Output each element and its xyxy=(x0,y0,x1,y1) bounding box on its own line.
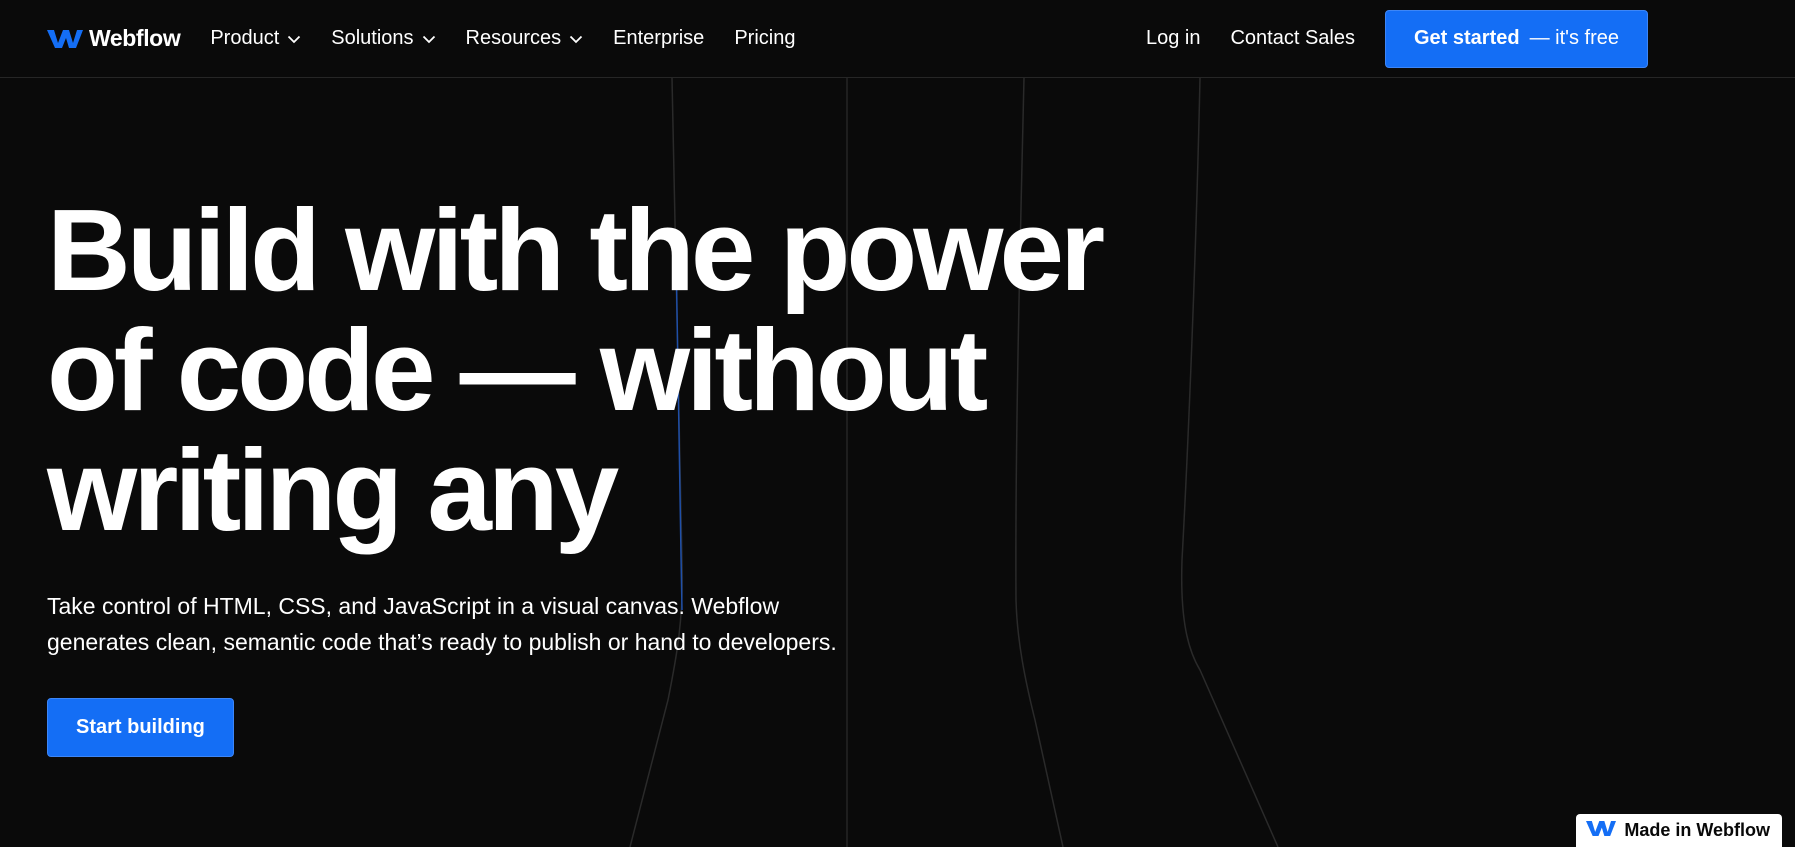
get-started-button[interactable]: Get started — it's free xyxy=(1385,9,1648,68)
hero-section: Build with the power of code — without w… xyxy=(47,190,1147,757)
contact-sales-link[interactable]: Contact Sales xyxy=(1230,27,1355,50)
nav-item-product[interactable]: Product xyxy=(210,27,301,50)
nav-label-resources: Resources xyxy=(465,27,562,49)
hero-title: Build with the power of code — without w… xyxy=(47,190,1147,550)
nav-label-solutions: Solutions xyxy=(331,27,414,49)
webflow-logo[interactable]: Webflow xyxy=(47,25,181,52)
bg-line-4 xyxy=(1180,77,1279,847)
made-in-webflow-badge[interactable]: Made in Webflow xyxy=(1576,814,1782,847)
webflow-logo-icon xyxy=(47,28,83,50)
top-navigation: Webflow Product Solutions Resources Ente… xyxy=(0,0,1795,78)
nav-item-pricing[interactable]: Pricing xyxy=(734,27,795,50)
nav-label-product: Product xyxy=(210,27,280,49)
nav-label-enterprise: Enterprise xyxy=(613,27,705,49)
nav-item-solutions[interactable]: Solutions xyxy=(331,27,435,50)
get-started-suffix: — it's free xyxy=(1529,27,1619,49)
login-link[interactable]: Log in xyxy=(1146,27,1201,50)
chevron-down-icon xyxy=(422,35,436,44)
account-menu: Log in Contact Sales Get started — it's … xyxy=(1146,9,1648,68)
primary-menu: Product Solutions Resources Enterprise P… xyxy=(210,27,795,50)
badge-label: Made in Webflow xyxy=(1624,820,1770,840)
page: Webflow Product Solutions Resources Ente… xyxy=(0,0,1795,847)
hero-subtitle: Take control of HTML, CSS, and JavaScrip… xyxy=(47,588,927,660)
logo-wordmark: Webflow xyxy=(89,25,181,51)
nav-item-resources[interactable]: Resources xyxy=(466,27,584,50)
chevron-down-icon xyxy=(287,35,301,44)
hero-title-line-3: writing any xyxy=(47,425,619,555)
nav-label-pricing: Pricing xyxy=(734,27,796,49)
hero-subtitle-line-1: Take control of HTML, CSS, and JavaScrip… xyxy=(47,593,780,619)
hero-subtitle-line-2: generates clean, semantic code that’s re… xyxy=(47,629,837,655)
get-started-label: Get started xyxy=(1414,27,1520,49)
nav-item-enterprise[interactable]: Enterprise xyxy=(613,27,704,50)
hero-title-line-2: of code — without xyxy=(47,305,988,435)
chevron-down-icon xyxy=(569,35,583,44)
hero-title-line-1: Build with the power xyxy=(47,185,1105,315)
webflow-logo-icon xyxy=(1586,819,1617,843)
start-building-button[interactable]: Start building xyxy=(47,698,234,757)
